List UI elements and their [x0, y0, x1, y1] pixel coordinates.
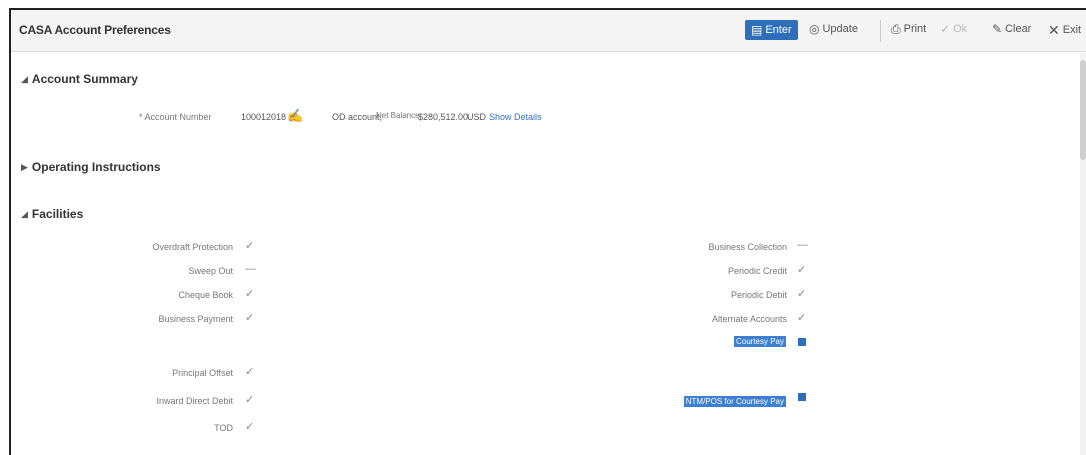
inward-direct-debit-check[interactable]: ✓	[245, 393, 254, 406]
principal-offset-check[interactable]: ✓	[245, 365, 254, 378]
update-button[interactable]: ◎ Update	[809, 23, 858, 35]
toolbar-header: CASA Account Preferences ▤ Enter ◎ Updat…	[11, 10, 1086, 52]
net-balance-label: Net Balance	[376, 111, 420, 120]
show-details-link[interactable]: Show Details	[489, 112, 542, 122]
expanded-triangle-icon: ◢	[21, 73, 28, 84]
sweep-out-label: Sweep Out	[188, 266, 233, 276]
check-icon: ✓	[940, 22, 951, 36]
enter-icon: ▤	[751, 23, 763, 37]
alternate-accounts-label: Alternate Accounts	[711, 314, 787, 324]
pencil-icon: ✎	[992, 22, 1003, 36]
search-account-icon[interactable]: ✍	[287, 108, 303, 124]
casa-preferences-window: CASA Account Preferences ▤ Enter ◎ Updat…	[9, 8, 1086, 455]
overdraft-protection-label: Overdraft Protection	[152, 242, 233, 252]
section-operating-instructions[interactable]: ▶ Operating Instructions	[21, 160, 161, 174]
periodic-debit-label: Periodic Debit	[730, 290, 787, 300]
sweep-out-value[interactable]: —	[245, 263, 256, 275]
section-facilities[interactable]: ◢ Facilities	[21, 207, 83, 221]
periodic-credit-check[interactable]: ✓	[797, 263, 806, 276]
enter-button[interactable]: ▤ Enter	[745, 20, 798, 40]
ntm-pos-courtesy-pay-indicator[interactable]	[798, 393, 806, 401]
courtesy-pay-indicator[interactable]	[798, 338, 806, 346]
inward-direct-debit-label: Inward Direct Debit	[156, 396, 233, 406]
tod-check[interactable]: ✓	[245, 420, 254, 433]
courtesy-pay-label: Courtesy Pay	[733, 336, 786, 347]
collapsed-triangle-icon: ▶	[21, 161, 28, 172]
ok-button[interactable]: ✓ Ok	[940, 23, 967, 35]
business-collection-value[interactable]: —	[797, 239, 808, 251]
print-button[interactable]: ⎙ Print	[891, 23, 926, 35]
business-collection-label: Business Collection	[708, 242, 787, 252]
cheque-book-label: Cheque Book	[178, 290, 233, 300]
toolbar-divider	[880, 20, 881, 42]
cheque-book-check[interactable]: ✓	[245, 287, 254, 300]
alternate-accounts-check[interactable]: ✓	[797, 311, 806, 324]
periodic-credit-label: Periodic Credit	[727, 266, 787, 276]
principal-offset-label: Principal Offset	[172, 368, 233, 378]
currency-code: USD	[467, 112, 487, 122]
business-payment-label: Business Payment	[158, 314, 233, 324]
close-icon: ✕	[1048, 22, 1060, 38]
account-number-label: * Account Number	[139, 112, 212, 122]
exit-button[interactable]: ✕ Exit	[1048, 23, 1081, 37]
account-number-field[interactable]: 100012018	[241, 112, 286, 122]
business-payment-check[interactable]: ✓	[245, 311, 254, 324]
expanded-triangle-icon: ◢	[21, 208, 28, 219]
overdraft-protection-check[interactable]: ✓	[245, 239, 254, 252]
net-balance-value: $280,512.00	[418, 112, 469, 122]
section-account-summary[interactable]: ◢ Account Summary	[21, 72, 138, 86]
periodic-debit-check[interactable]: ✓	[797, 287, 806, 300]
page-title: CASA Account Preferences	[19, 23, 171, 37]
update-icon: ◎	[809, 22, 820, 36]
tod-label: TOD	[214, 423, 233, 433]
account-description: OD account,	[332, 112, 383, 122]
clear-button[interactable]: ✎ Clear	[992, 23, 1031, 35]
scrollbar-thumb[interactable]	[1080, 60, 1086, 160]
ntm-pos-courtesy-pay-label: NTM/POS for Courtesy Pay	[683, 396, 786, 407]
print-icon: ⎙	[891, 22, 901, 36]
